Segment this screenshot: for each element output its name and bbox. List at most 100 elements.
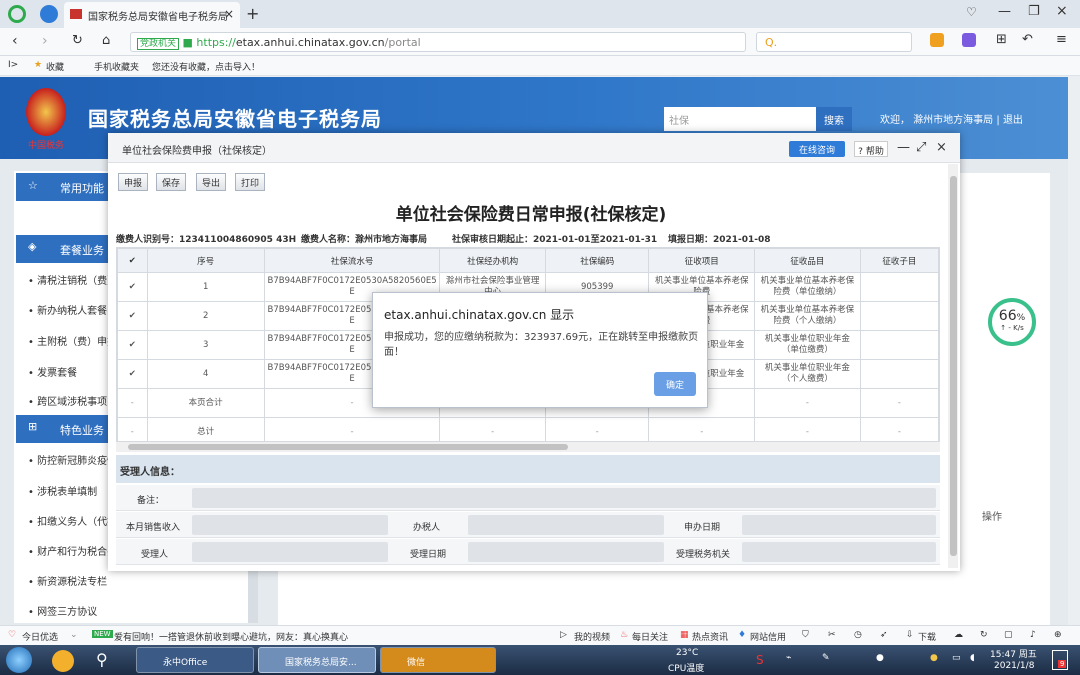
sidebar-header-label: 特色业务	[60, 424, 104, 437]
sound-icon[interactable]: ♪	[1030, 630, 1036, 640]
shield-extension-icon[interactable]	[930, 33, 944, 47]
grid-menu-icon[interactable]: ⊞	[996, 32, 1007, 47]
skin-icon[interactable]: ♡	[966, 5, 977, 19]
row-checkbox[interactable]: ✔	[117, 272, 148, 302]
sidebar-item[interactable]: • 网签三方协议	[28, 603, 228, 618]
minimize-window-icon[interactable]: —	[998, 4, 1011, 19]
print-button[interactable]: 打印	[235, 173, 266, 191]
row-checkbox[interactable]: ✔	[117, 330, 148, 360]
back-icon[interactable]: ‹	[12, 33, 18, 49]
ime-tray-icon[interactable]: ●	[930, 653, 938, 663]
select-all-checkbox[interactable]: ✔	[117, 248, 148, 273]
table-cell: 3	[146, 330, 265, 360]
user-name[interactable]: 滁州市地方海事局	[913, 115, 993, 126]
logout-link[interactable]: 退出	[1003, 115, 1023, 126]
apply-date-input[interactable]	[742, 515, 936, 535]
monitor-tray-icon[interactable]: ▭	[952, 653, 961, 663]
accept-date-input[interactable]	[468, 542, 664, 562]
speed-widget[interactable]: 66% ↑ - K/s	[988, 298, 1036, 346]
taskbar-app-browser[interactable]: 国家税务总局安...	[258, 647, 376, 673]
taskbar-app-wechat[interactable]: 微信	[380, 647, 496, 673]
save-button[interactable]: 保存	[156, 173, 187, 191]
alert-ok-button[interactable]: 确定	[654, 372, 696, 396]
dialog-close-icon[interactable]: ×	[936, 140, 947, 155]
forward-icon[interactable]: ›	[42, 33, 48, 49]
translate-extension-icon[interactable]	[962, 33, 976, 47]
new-tab-icon[interactable]: +	[246, 4, 259, 23]
start-button-icon[interactable]	[6, 647, 32, 673]
col-header-category: 征收品目	[754, 248, 861, 273]
downloads-link[interactable]: 下载	[918, 630, 936, 643]
url-host: etax.anhui.chinatax.gov.cn	[235, 36, 385, 49]
chevron-down-icon[interactable]: ⌄	[70, 630, 78, 640]
pen-tray-icon[interactable]: ✎	[822, 653, 830, 663]
table-cell	[859, 301, 939, 331]
menu-icon[interactable]: ≡	[1056, 32, 1067, 47]
search-icon[interactable]: ⚲	[96, 650, 108, 669]
bookmark-bar: I> ★ 收藏 手机收藏夹 您还没有收藏，点击导入！	[0, 56, 1080, 76]
network-tray-icon[interactable]: ●	[876, 653, 884, 663]
restore-window-icon[interactable]: ❐	[1028, 4, 1040, 19]
hot-news-link[interactable]: 热点资讯	[692, 630, 728, 643]
table-cell: -	[859, 388, 939, 418]
site-search-input[interactable]: 社保	[664, 107, 816, 131]
export-button[interactable]: 导出	[196, 173, 227, 191]
row-checkbox[interactable]: ✔	[117, 301, 148, 331]
pinned-app-icon[interactable]	[52, 650, 74, 672]
help-button[interactable]: ? 帮助	[854, 141, 888, 157]
daily-picks-link[interactable]: 今日优选	[22, 630, 58, 643]
send-icon[interactable]: ➶	[880, 630, 888, 640]
online-consult-button[interactable]: 在线咨询	[789, 141, 845, 157]
site-credit-link[interactable]: 网站信用	[750, 630, 786, 643]
bookmarks-menu[interactable]: 收藏	[46, 60, 64, 73]
acceptor-input[interactable]	[192, 542, 388, 562]
accept-office-input[interactable]	[742, 542, 936, 562]
site-search-button[interactable]: 搜索	[816, 107, 852, 131]
tab-tax-portal[interactable]: 国家税务总局安徽省电子税务局 ×	[64, 2, 240, 28]
clock-date[interactable]: 2021/1/8	[994, 661, 1034, 671]
clock-icon[interactable]: ◷	[854, 630, 862, 640]
close-window-icon[interactable]: ×	[1056, 3, 1068, 19]
shield-icon[interactable]: ⛉	[802, 630, 809, 640]
home-icon[interactable]: ⌂	[102, 33, 110, 48]
dialog-maximize-icon[interactable]: ⤢	[916, 140, 926, 155]
monthly-sales-input[interactable]	[192, 515, 388, 535]
remark-input[interactable]	[192, 488, 936, 508]
row-checkbox[interactable]: ✔	[117, 359, 148, 389]
url-field[interactable]: 党政机关 ■ https://etax.anhui.chinatax.gov.c…	[130, 32, 746, 52]
download-icon[interactable]: ⇩	[906, 630, 914, 640]
sidebar-item[interactable]: • 新资源税法专栏	[28, 573, 228, 588]
zoom-icon[interactable]: ⊕	[1054, 630, 1062, 640]
tab-close-icon[interactable]: ×	[224, 7, 234, 21]
taskbar-app-office[interactable]: 永中Office	[136, 647, 254, 673]
import-bookmarks-link[interactable]: 您还没有收藏，点击导入！	[152, 60, 260, 73]
refresh-icon[interactable]: ↻	[980, 630, 988, 640]
emblem-caption: 中国税务	[28, 141, 65, 151]
dialog-minimize-icon[interactable]: —	[897, 140, 910, 155]
dialog-scroll-thumb[interactable]	[950, 176, 957, 556]
reload-icon[interactable]: ↻	[72, 33, 83, 48]
scissors-icon[interactable]: ✂	[828, 630, 836, 640]
news-ticker[interactable]: 爱有回响！一搭管退休前收到曝心避坑，网友：真心换真心	[114, 630, 364, 643]
sidebar-toggle-icon[interactable]: I>	[8, 60, 18, 70]
usb-tray-icon[interactable]: ⌁	[786, 653, 791, 663]
security-tray-icon[interactable]: S	[756, 653, 764, 667]
mobile-bookmarks[interactable]: 手机收藏夹	[94, 60, 139, 73]
daily-follow-link[interactable]: 每日关注	[632, 630, 668, 643]
navigation-icon[interactable]	[40, 5, 58, 23]
handler-input[interactable]	[468, 515, 664, 535]
window-icon[interactable]: ▢	[1004, 630, 1013, 640]
my-videos-link[interactable]: 我的视频	[574, 630, 610, 643]
page-scrollbar[interactable]	[1068, 77, 1080, 625]
table-scroll-thumb[interactable]	[128, 444, 568, 450]
volume-tray-icon[interactable]: ◖	[970, 653, 975, 663]
speed-unit: %	[1016, 313, 1026, 323]
form-row-remark: 备注：	[116, 485, 940, 511]
clock-time[interactable]: 15:47 周五	[990, 647, 1037, 660]
browser-search-input[interactable]: Q.	[756, 32, 912, 52]
submit-declaration-button[interactable]: 申报	[118, 173, 149, 191]
cloud-icon[interactable]: ☁	[954, 630, 963, 640]
undo-icon[interactable]: ↶	[1022, 32, 1033, 47]
browser-logo-icon[interactable]	[8, 5, 26, 23]
credit-icon: ♦	[738, 630, 747, 640]
